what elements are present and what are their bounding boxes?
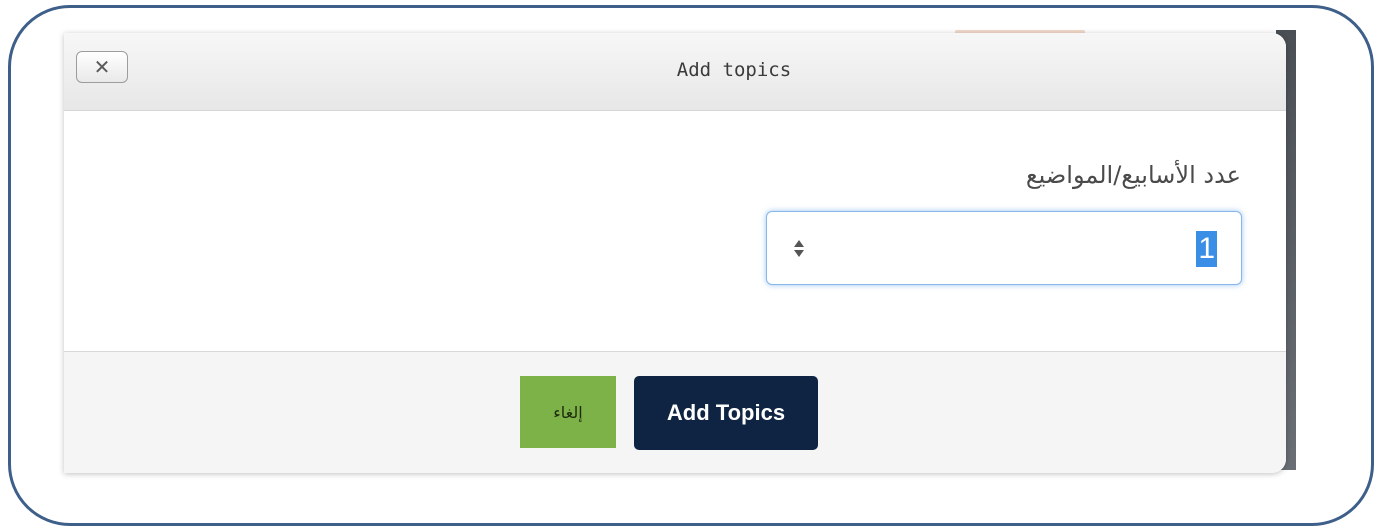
add-topics-dialog: ✕ Add topics عدد الأسابيع/المواضيع 1 إلغ… (64, 33, 1286, 473)
screenshot-stage: ✕ Add topics عدد الأسابيع/المواضيع 1 إلغ… (0, 0, 1382, 531)
topics-count-input[interactable] (767, 212, 1241, 284)
dialog-body: عدد الأسابيع/المواضيع 1 (64, 111, 1286, 351)
topics-count-field[interactable]: 1 (766, 211, 1242, 285)
dialog-footer: إلغاء Add Topics (64, 351, 1286, 473)
dialog-title: Add topics (676, 59, 792, 81)
add-topics-button[interactable]: Add Topics (634, 376, 818, 450)
spinner-arrows-icon[interactable] (793, 234, 805, 262)
cancel-button[interactable]: إلغاء (520, 376, 616, 448)
spin-up-icon[interactable] (794, 239, 804, 247)
topics-count-label: عدد الأسابيع/المواضيع (1025, 161, 1241, 189)
dialog-header: ✕ Add topics (64, 33, 1286, 111)
spin-down-icon[interactable] (794, 249, 804, 257)
